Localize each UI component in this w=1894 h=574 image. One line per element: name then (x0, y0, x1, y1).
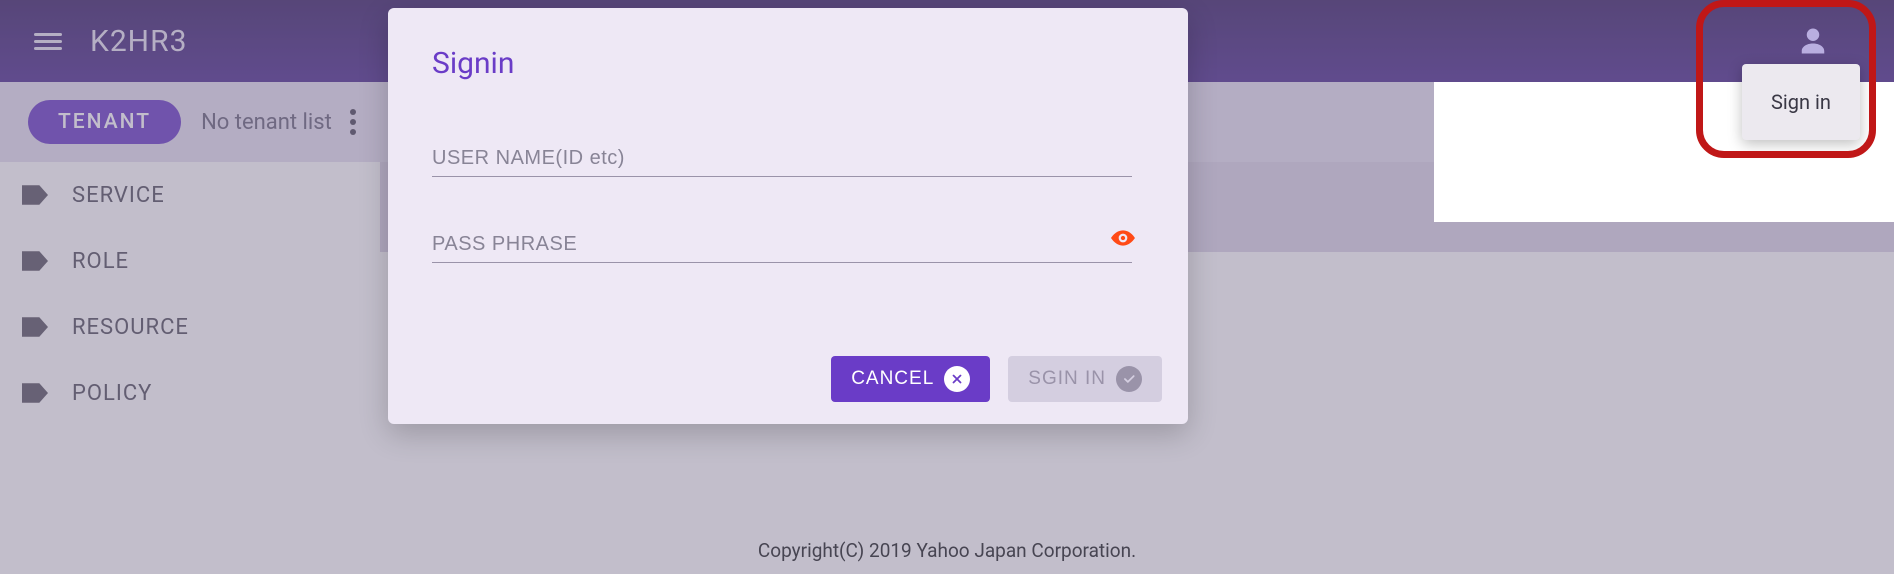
passphrase-field (432, 227, 1144, 263)
dialog-title: Signin (432, 46, 1144, 81)
check-circle-icon (1116, 366, 1142, 392)
visibility-icon[interactable] (1110, 225, 1136, 251)
account-avatar-icon[interactable] (1792, 20, 1834, 62)
passphrase-input[interactable] (432, 227, 1132, 263)
signin-popover[interactable]: Sign in (1742, 64, 1860, 140)
signin-popover-label: Sign in (1771, 90, 1831, 114)
cancel-button[interactable]: CANCEL (831, 356, 990, 402)
close-circle-icon (944, 366, 970, 392)
cancel-button-label: CANCEL (851, 368, 934, 390)
username-field (432, 141, 1144, 177)
signin-dialog: Signin CANCEL SGIN IN (388, 8, 1188, 424)
signin-button-label: SGIN IN (1028, 368, 1106, 390)
username-input[interactable] (432, 141, 1132, 177)
dialog-actions: CANCEL SGIN IN (831, 356, 1162, 402)
footer-copyright: Copyright(C) 2019 Yahoo Japan Corporatio… (0, 539, 1894, 562)
signin-button[interactable]: SGIN IN (1008, 356, 1162, 402)
